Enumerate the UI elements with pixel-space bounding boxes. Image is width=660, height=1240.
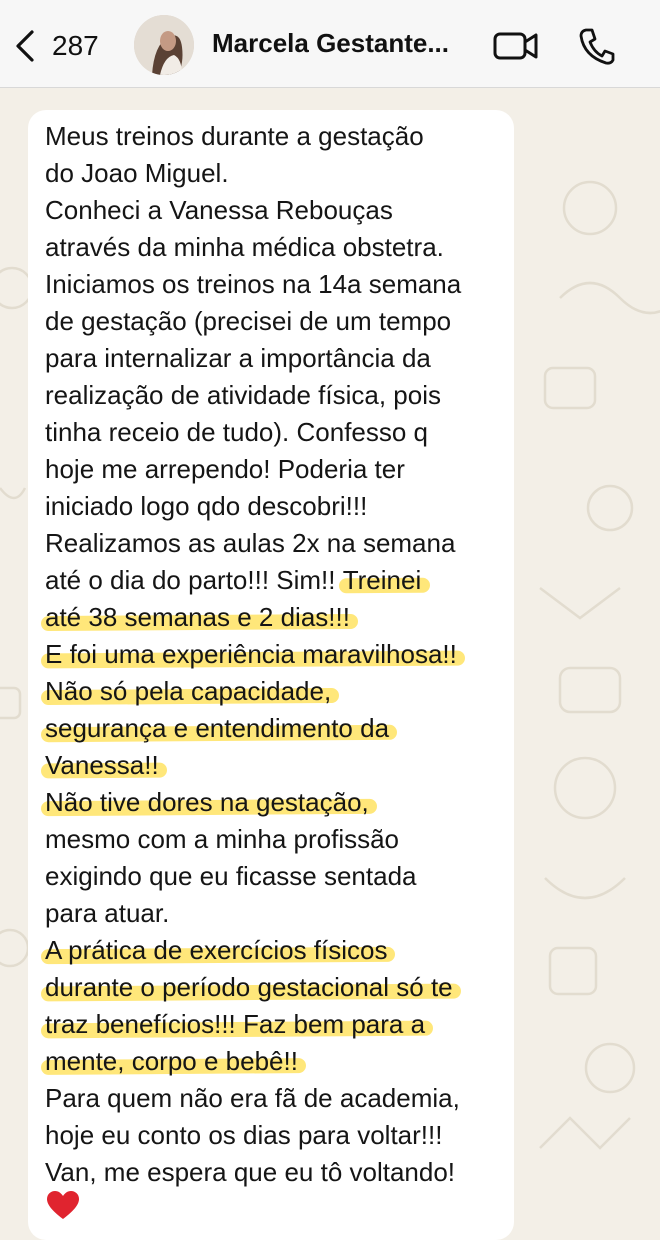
message-line: de gestação (precisei de um tempo bbox=[45, 303, 515, 340]
chevron-left-icon bbox=[16, 30, 34, 62]
message-line-text: iniciado logo qdo descobri!!! bbox=[45, 491, 368, 521]
highlighted-text: A prática de exercícios físicos bbox=[45, 935, 388, 965]
message-line-text: hoje me arrependo! Poderia ter bbox=[45, 454, 405, 484]
message-line: Iniciamos os treinos na 14a semana bbox=[45, 266, 515, 303]
message-line: Meus treinos durante a gestação bbox=[45, 118, 515, 155]
heart-icon bbox=[47, 1191, 79, 1219]
message-line: para atuar. bbox=[45, 895, 515, 932]
highlighted-text: Não só pela capacidade, bbox=[45, 676, 332, 706]
highlighted-text: até 38 semanas e 2 dias!!! bbox=[45, 602, 350, 632]
message-line: Vanessa!! bbox=[45, 747, 515, 784]
highlighted-text: Vanessa!! bbox=[45, 750, 159, 780]
message-line: traz benefícios!!! Faz bem para a bbox=[45, 1006, 515, 1043]
message-line: segurança e entendimento da bbox=[45, 710, 515, 747]
message-line-text: Meus treinos durante a gestação bbox=[45, 121, 424, 151]
unread-count: 287 bbox=[52, 30, 99, 61]
highlighted-text: Treinei bbox=[342, 565, 422, 595]
message-line: E foi uma experiência maravilhosa!! bbox=[45, 636, 515, 673]
message-line-text: tinha receio de tudo). Confesso q bbox=[45, 417, 429, 447]
message-line-text: Realizamos as aulas 2x na semana bbox=[45, 528, 456, 558]
message-line-text: mesmo com a minha profissão bbox=[45, 824, 400, 854]
message-line: mente, corpo e bebê!! bbox=[45, 1043, 515, 1080]
message-line: iniciado logo qdo descobri!!! bbox=[45, 488, 515, 525]
message-line: Não tive dores na gestação, bbox=[45, 784, 515, 821]
contact-name[interactable]: Marcela Gestante... bbox=[212, 28, 449, 59]
message-line: através da minha médica obstetra. bbox=[45, 229, 515, 266]
voice-call-button[interactable] bbox=[578, 26, 616, 66]
message-line: Não só pela capacidade, bbox=[45, 673, 515, 710]
message-line-text: de gestação (precisei de um tempo bbox=[45, 306, 452, 336]
message-line-text: Para quem não era fã de academia, bbox=[45, 1083, 460, 1113]
message-text: Meus treinos durante a gestação do Joao M… bbox=[45, 118, 515, 1191]
highlighted-text: E foi uma experiência maravilhosa!! bbox=[45, 639, 457, 669]
highlighted-text: mente, corpo e bebê!! bbox=[45, 1046, 298, 1076]
message-line-text: exigindo que eu ficasse sentada bbox=[45, 861, 417, 891]
message-line: hoje me arrependo! Poderia ter bbox=[45, 451, 515, 488]
message-line-text: para internalizar a importância da bbox=[45, 343, 431, 373]
message-line-text: Iniciamos os treinos na 14a semana bbox=[45, 269, 462, 299]
message-line-text: Van, me espera que eu tô voltando! bbox=[45, 1157, 456, 1187]
message-line-text: através da minha médica obstetra. bbox=[45, 232, 444, 262]
message-line-text: realização de atividade física, pois bbox=[45, 380, 442, 410]
message-line: Realizamos as aulas 2x na semana bbox=[45, 525, 515, 562]
message-line: durante o período gestacional só te bbox=[45, 969, 515, 1006]
message-line: exigindo que eu ficasse sentada bbox=[45, 858, 515, 895]
red-heart-emoji bbox=[46, 1190, 80, 1220]
message-line-text: para atuar. bbox=[45, 898, 170, 928]
phone-icon bbox=[579, 28, 615, 65]
message-line: tinha receio de tudo). Confesso q bbox=[45, 414, 515, 451]
message-line: Para quem não era fã de academia, bbox=[45, 1080, 515, 1117]
video-camera-icon bbox=[493, 32, 538, 60]
highlighted-text: segurança e entendimento da bbox=[45, 713, 390, 743]
message-line: até o dia do parto!!! Sim!! Treinei bbox=[45, 562, 515, 599]
video-call-button[interactable] bbox=[492, 28, 540, 64]
back-button[interactable]: 287 bbox=[12, 26, 99, 66]
message-line: para internalizar a importância da bbox=[45, 340, 515, 377]
message-line: A prática de exercícios físicos bbox=[45, 932, 515, 969]
message-line: realização de atividade física, pois bbox=[45, 377, 515, 414]
message-line: mesmo com a minha profissão bbox=[45, 821, 515, 858]
message-line: até 38 semanas e 2 dias!!! bbox=[45, 599, 515, 636]
message-line-text: até o dia do parto!!! Sim!! bbox=[45, 565, 343, 595]
message-line: Conheci a Vanessa Rebouças bbox=[45, 192, 515, 229]
message-line-text: hoje eu conto os dias para voltar!!! bbox=[45, 1120, 443, 1150]
chat-header: 287 Marcela Gestante... bbox=[0, 0, 660, 88]
highlighted-text: Não tive dores na gestação, bbox=[45, 787, 369, 817]
highlighted-text: durante o período gestacional só te bbox=[45, 972, 453, 1002]
message-line-text: Conheci a Vanessa Rebouças bbox=[45, 195, 393, 225]
message-line: Van, me espera que eu tô voltando! bbox=[45, 1154, 515, 1191]
message-line-text: do Joao Miguel. bbox=[45, 158, 229, 188]
message-line: hoje eu conto os dias para voltar!!! bbox=[45, 1117, 515, 1154]
contact-avatar[interactable] bbox=[134, 15, 194, 75]
message-line: do Joao Miguel. bbox=[45, 155, 515, 192]
avatar-photo bbox=[134, 15, 194, 75]
highlighted-text: traz benefícios!!! Faz bem para a bbox=[45, 1009, 426, 1039]
